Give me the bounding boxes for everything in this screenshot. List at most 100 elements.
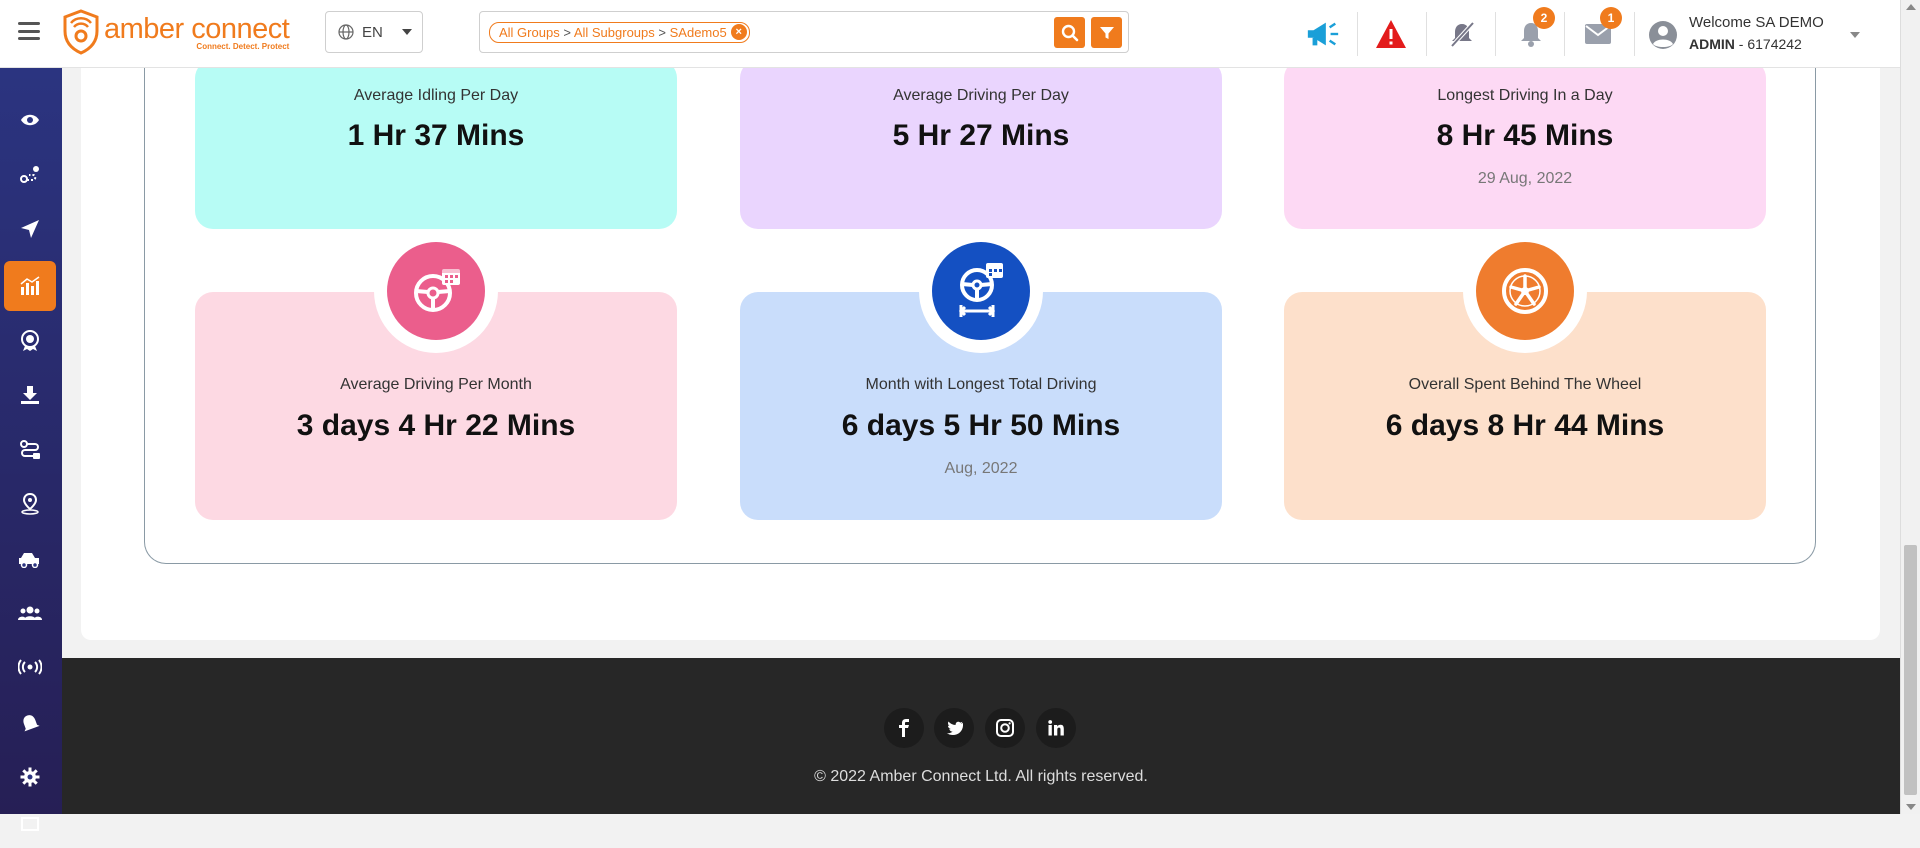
twitter-icon	[946, 721, 963, 735]
messages-button[interactable]: 1	[1580, 7, 1622, 52]
language-selector[interactable]: EN	[325, 11, 423, 53]
chip-remove-icon[interactable]: ×	[730, 24, 747, 40]
chip-subgroups: All Subgroups	[573, 25, 655, 40]
sidebar-item-live-view[interactable]	[4, 95, 56, 145]
stat-label: Average Driving Per Month	[340, 376, 532, 393]
icon-circle	[932, 242, 1030, 340]
copyright-text: © 2022 Amber Connect Ltd. All rights res…	[814, 768, 1148, 785]
sidebar-item-monitor[interactable]	[4, 798, 56, 848]
language-value: EN	[362, 23, 383, 41]
warning-triangle-icon	[1376, 20, 1406, 48]
stat-card-average-idling: Average Idling Per Day 1 Hr 37 Mins	[195, 60, 677, 229]
icon-circle	[1476, 242, 1574, 340]
sidebar-item-geofence[interactable]	[4, 479, 56, 529]
page-scrollbar[interactable]	[1900, 0, 1920, 814]
chip-separator: >	[563, 25, 571, 40]
filter-button[interactable]	[1091, 17, 1122, 48]
muted-bell-icon	[1450, 21, 1475, 48]
user-role: ADMIN - 6174242	[1689, 36, 1802, 52]
user-role-label: ADMIN	[1689, 36, 1735, 52]
stat-value: 6 days 5 Hr 50 Mins	[841, 409, 1121, 442]
settings-gear-icon	[20, 767, 40, 787]
monitor-icon	[21, 817, 39, 831]
announcements-button[interactable]	[1305, 16, 1341, 52]
sidebar-item-navigation[interactable]	[4, 204, 56, 254]
stat-card-average-driving-month: Average Driving Per Month 3 days 4 Hr 22…	[195, 229, 677, 520]
icon-circle	[387, 242, 485, 340]
sidebar-item-settings[interactable]	[4, 752, 56, 802]
stat-card-overall-behind-wheel: Overall Spent Behind The Wheel 6 days 8 …	[1284, 229, 1766, 520]
globe-icon	[338, 24, 354, 40]
sidebar-item-trips[interactable]	[4, 425, 56, 475]
notifications-button[interactable]: 2	[1513, 7, 1555, 52]
download-icon	[21, 386, 39, 404]
sidebar-item-users[interactable]	[4, 588, 56, 638]
logo-tagline: Connect. Detect. Protect	[196, 41, 290, 51]
chip-groups: All Groups	[499, 25, 560, 40]
amber-connect-logo[interactable]: amber connect Connect. Detect. Protect	[62, 8, 290, 56]
megaphone-icon	[1307, 22, 1339, 46]
search-icon	[1061, 24, 1078, 41]
sidebar-item-devices[interactable]	[4, 642, 56, 692]
alerts-warning-button[interactable]	[1373, 16, 1409, 52]
facebook-link[interactable]	[884, 708, 924, 748]
broadcast-icon	[18, 659, 42, 675]
toolbar-divider	[1426, 12, 1427, 56]
navigation-arrow-icon	[21, 220, 39, 238]
user-avatar-icon	[1649, 21, 1677, 49]
toolbar-divider	[1495, 12, 1496, 56]
eye-icon	[21, 114, 39, 126]
stat-label: Month with Longest Total Driving	[865, 376, 1097, 393]
award-badge-icon	[21, 330, 39, 351]
sidebar-item-rewards[interactable]	[4, 316, 56, 366]
chevron-down-icon[interactable]	[1850, 32, 1860, 38]
sidebar-item-downloads[interactable]	[4, 370, 56, 420]
analytics-chart-icon	[20, 276, 40, 295]
hamburger-menu-icon[interactable]	[18, 22, 40, 40]
icon-ring	[374, 229, 498, 353]
stat-value: 8 Hr 45 Mins	[1436, 119, 1614, 152]
icon-ring	[1463, 229, 1587, 353]
sidebar-item-analytics[interactable]	[4, 261, 56, 311]
instagram-link[interactable]	[985, 708, 1025, 748]
stat-card-longest-driving-day: Longest Driving In a Day 8 Hr 45 Mins 29…	[1284, 60, 1766, 229]
scroll-up-arrow-icon[interactable]	[1906, 4, 1916, 10]
stat-value: 6 days 8 Hr 44 Mins	[1385, 409, 1665, 442]
sidebar-nav	[0, 68, 62, 831]
stat-label: Overall Spent Behind The Wheel	[1408, 376, 1642, 393]
alerts-icon	[23, 715, 40, 732]
group-filter-search[interactable]: All Groups > All Subgroups > SAdemo5 ×	[479, 11, 1129, 53]
linkedin-link[interactable]	[1036, 708, 1076, 748]
chip-separator: >	[658, 25, 666, 40]
vehicles-icon	[19, 553, 39, 568]
search-button[interactable]	[1054, 17, 1085, 48]
stat-value: 1 Hr 37 Mins	[347, 119, 525, 152]
stat-value: 5 Hr 27 Mins	[892, 119, 1070, 152]
logo-name: amber connect	[104, 12, 290, 45]
sidebar-item-route[interactable]	[4, 150, 56, 200]
sidebar-item-vehicles[interactable]	[4, 534, 56, 584]
logo-shield-icon	[63, 9, 99, 55]
mute-button[interactable]	[1444, 16, 1480, 52]
notifications-badge: 2	[1533, 7, 1555, 29]
scroll-down-arrow-icon[interactable]	[1906, 804, 1916, 810]
user-menu[interactable]: Welcome SA DEMO ADMIN - 6174242	[1645, 12, 1870, 56]
route-icon	[20, 166, 39, 183]
account-id: - 6174242	[1738, 36, 1802, 52]
welcome-text: Welcome SA DEMO	[1689, 14, 1824, 31]
instagram-icon	[996, 719, 1014, 737]
sidebar-item-alerts[interactable]	[4, 698, 56, 748]
steering-distance-icon	[958, 263, 1003, 317]
scrollbar-thumb[interactable]	[1904, 545, 1917, 795]
linkedin-icon	[1048, 720, 1064, 736]
stat-label: Average Idling Per Day	[353, 87, 519, 104]
filter-funnel-icon	[1099, 26, 1114, 39]
users-group-icon	[18, 606, 42, 620]
toolbar-divider	[1634, 12, 1635, 56]
group-filter-chip[interactable]: All Groups > All Subgroups > SAdemo5 ×	[489, 22, 750, 43]
stat-value: 3 days 4 Hr 22 Mins	[296, 409, 576, 442]
twitter-link[interactable]	[934, 708, 974, 748]
chip-device: SAdemo5	[669, 25, 727, 40]
stat-date: 29 Aug, 2022	[1477, 170, 1573, 187]
toolbar-divider	[1357, 12, 1358, 56]
